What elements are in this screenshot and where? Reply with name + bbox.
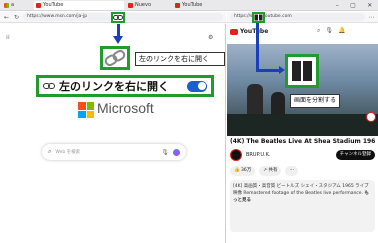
- channel-name[interactable]: BRUP.U.K.: [246, 152, 332, 158]
- banner-text: 左のリンクを右に開く: [59, 80, 169, 93]
- search-icon: ⌕: [48, 148, 52, 155]
- video-description[interactable]: [4K] 高画質・高音質 ビートルズ シェイ・スタジアム 1965 ライブ映像 …: [230, 180, 375, 232]
- window-controls: – ▢ ✕: [330, 0, 378, 11]
- search-input[interactable]: Web を検索: [55, 149, 157, 155]
- tab-label: Nuevo: [135, 2, 152, 8]
- split-screen-button[interactable]: [252, 12, 265, 23]
- copilot-icon[interactable]: [173, 148, 180, 156]
- tab-2[interactable]: Nuevo: [126, 1, 171, 10]
- search-box[interactable]: ⌕ Web を検索 🎙: [42, 144, 186, 160]
- arrow-head-left: [113, 36, 123, 44]
- more-actions-button[interactable]: ⋯: [285, 166, 298, 176]
- ms-icon: [4, 3, 9, 8]
- refresh-icon[interactable]: ↻: [13, 12, 20, 23]
- brand-text: Microsoft: [97, 100, 154, 116]
- split-screen-icon: [292, 61, 312, 81]
- subscribe-button[interactable]: チャンネル登録: [335, 150, 375, 160]
- description-text: [4K] 高画質・高音質 ビートルズ シェイ・スタジアム 1965 ライブ映像 …: [233, 184, 369, 196]
- microphone-icon[interactable]: 🎙: [161, 149, 169, 156]
- arrow-right-right: [256, 69, 280, 72]
- arrow-head-right: [279, 66, 285, 74]
- tab-label: YouTube: [43, 2, 64, 8]
- split-callout: 画面を分割する: [290, 94, 340, 108]
- youtube-header-actions: ⌕ 🎙 🔔: [317, 27, 345, 35]
- back-icon[interactable]: ←: [3, 12, 10, 23]
- close-icon[interactable]: ✕: [367, 2, 372, 9]
- tab-1[interactable]: YouTube: [34, 1, 124, 10]
- youtube-icon: [36, 3, 41, 8]
- youtube-icon: [175, 3, 180, 8]
- record-icon[interactable]: [366, 112, 376, 122]
- microsoft-logo: [78, 102, 94, 118]
- link-button-highlight[interactable]: [100, 46, 130, 70]
- tab-label: YouTube: [182, 2, 203, 8]
- open-link-banner: 左のリンクを右に開く: [36, 75, 214, 97]
- youtube-icon: [128, 3, 133, 8]
- share-label: 共有: [268, 168, 278, 173]
- settings-icon[interactable]: ⚙: [208, 34, 213, 41]
- link-callout: 左のリンクを右に開く: [135, 52, 225, 66]
- apps-icon[interactable]: ⁞⁞: [6, 34, 10, 41]
- more-icon[interactable]: ⋯: [368, 12, 375, 23]
- youtube-header: YouTube: [230, 28, 268, 35]
- like-button[interactable]: 👍 36万: [230, 166, 256, 176]
- video-actions: 👍 36万 ↗ 共有 ⋯: [230, 166, 375, 176]
- left-pane: ⁞⁞ ⚙ 左のリンクを右に開く 左のリンクを右に開く Microsoft ⌕ W…: [0, 24, 226, 243]
- tab-3[interactable]: YouTube: [173, 1, 218, 10]
- channel-avatar[interactable]: [230, 149, 242, 161]
- link-icon: [113, 15, 123, 20]
- share-button[interactable]: ↗ 共有: [259, 166, 282, 176]
- youtube-wordmark: YouTube: [240, 28, 269, 35]
- channel-row: BRUP.U.K. チャンネル登録: [230, 149, 375, 161]
- tab-strip: a YouTube Nuevo YouTube – ▢ ✕: [0, 0, 378, 11]
- youtube-logo-icon: [230, 28, 238, 35]
- link-icon: [104, 50, 126, 66]
- tab-label: a: [11, 2, 15, 8]
- like-count: 36万: [241, 168, 252, 173]
- right-pane: YouTube ⌕ 🎙 🔔 画面を分割する (4K) The Beatles L…: [227, 24, 378, 243]
- link-icon: [43, 83, 55, 89]
- video-title: (4K) The Beatles Live At Shea Stadium 19…: [230, 138, 375, 145]
- maximize-icon[interactable]: ▢: [350, 2, 356, 9]
- split-screen-highlight[interactable]: [285, 54, 319, 88]
- minimize-icon[interactable]: –: [336, 2, 339, 9]
- toggle-knob: [197, 82, 206, 90]
- right-address-bar[interactable]: https://www.youtube.com: [230, 13, 365, 21]
- notification-icon[interactable]: 🔔: [338, 27, 345, 35]
- open-link-toggle[interactable]: [187, 80, 207, 92]
- split-screen-icon: [254, 14, 263, 21]
- right-toolbar: https://www.youtube.com ⋯: [227, 12, 378, 23]
- search-icon[interactable]: ⌕: [317, 27, 320, 35]
- tab-0[interactable]: a: [2, 1, 32, 10]
- arrow-down-right: [256, 23, 259, 71]
- stage-floor: [227, 114, 378, 136]
- open-link-in-split-button[interactable]: [111, 12, 125, 23]
- microphone-icon[interactable]: 🎙: [325, 27, 333, 35]
